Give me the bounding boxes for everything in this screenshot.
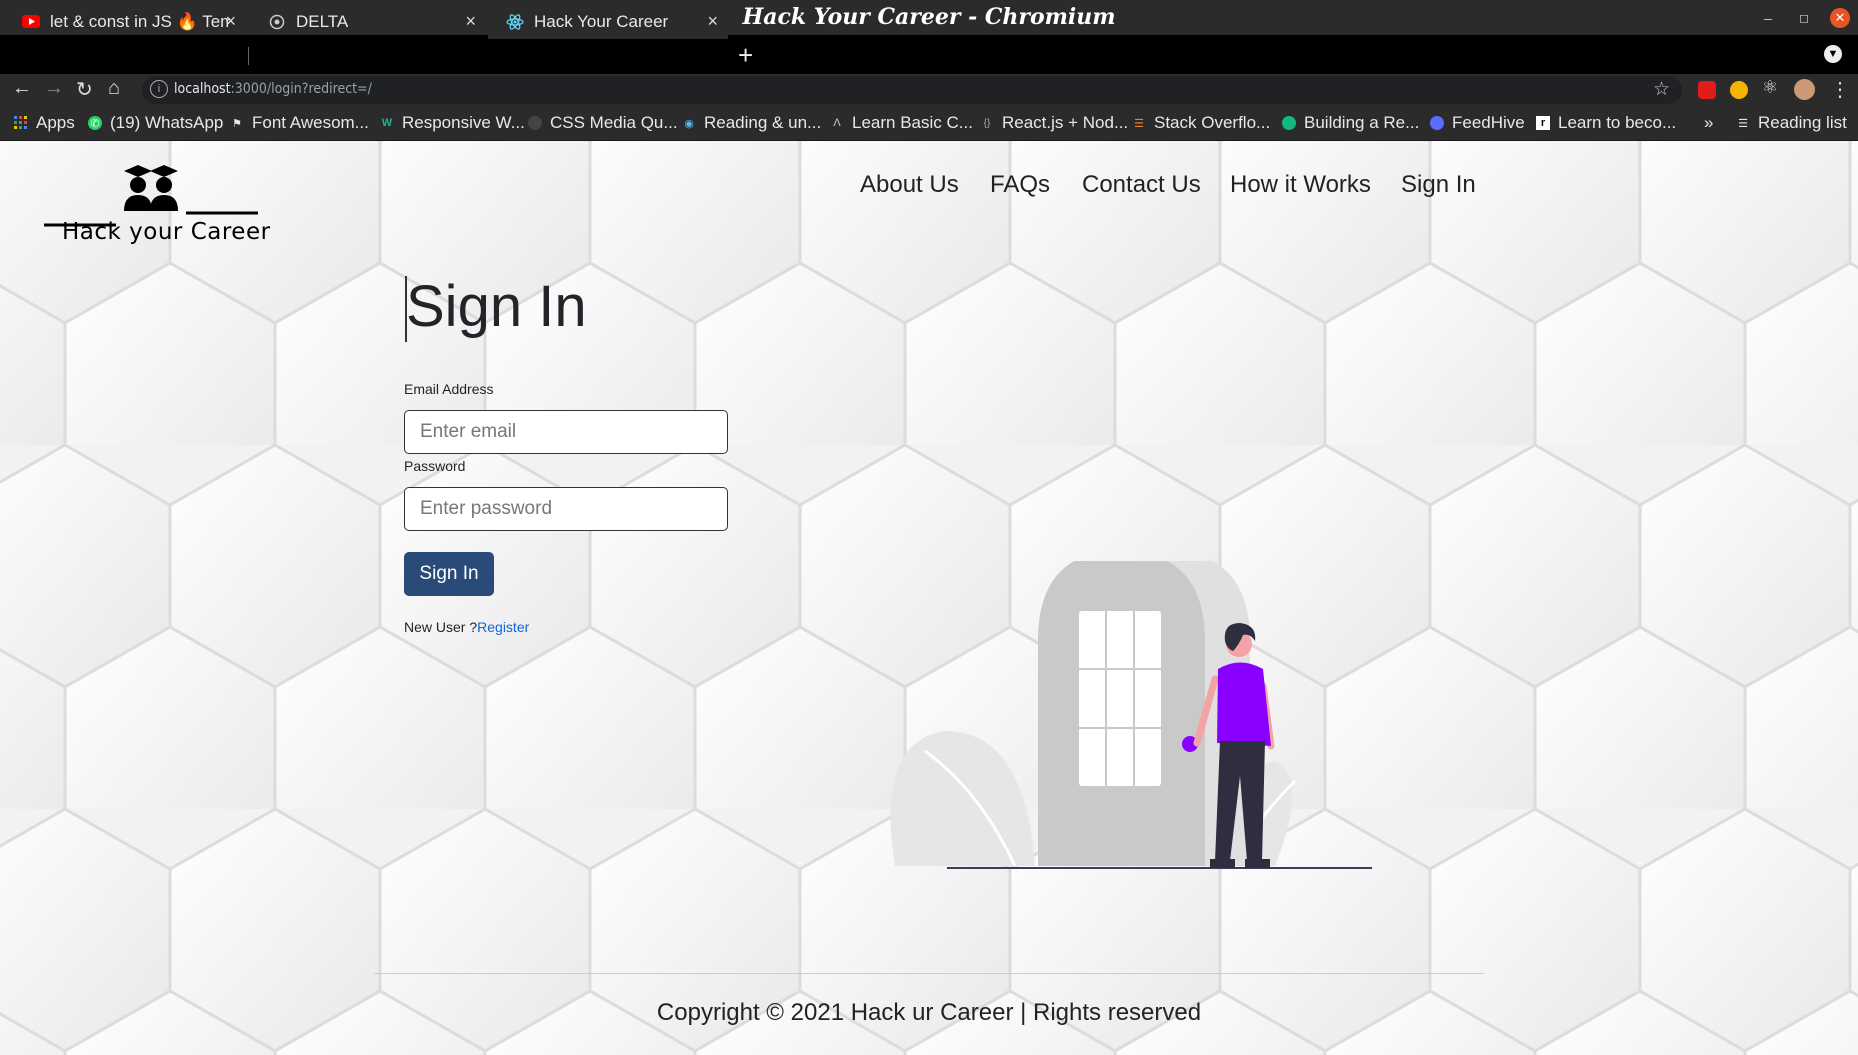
url-path: :3000/login?redirect=/ bbox=[230, 81, 372, 97]
url-host: localhost bbox=[174, 81, 231, 97]
reading-list-icon: ☰ bbox=[1738, 117, 1748, 130]
eye-icon: ◉ bbox=[684, 117, 694, 130]
new-user-prompt: New User ?Register bbox=[404, 619, 529, 635]
nav-faqs[interactable]: FAQs bbox=[990, 171, 1050, 199]
footer-divider bbox=[374, 973, 1484, 974]
bookmark-building[interactable]: Building a Re... bbox=[1282, 113, 1419, 133]
extension-red-icon[interactable] bbox=[1698, 81, 1716, 99]
footer-copyright: Copyright © 2021 Hack ur Career | Rights… bbox=[656, 999, 1202, 1026]
tab-label: let & const in JS 🔥 Temp bbox=[50, 11, 230, 31]
door-illustration bbox=[890, 561, 1372, 869]
bookmark-reading[interactable]: ◉ Reading & un... bbox=[682, 113, 821, 133]
close-tab-icon[interactable]: × bbox=[707, 11, 718, 32]
extension-yellow-icon[interactable] bbox=[1730, 81, 1748, 99]
site-info-icon[interactable]: i bbox=[150, 80, 168, 98]
home-icon[interactable]: ⌂ bbox=[108, 77, 120, 100]
address-url[interactable]: localhost:3000/login?redirect=/ bbox=[174, 81, 372, 97]
braces-icon: {} bbox=[983, 117, 991, 129]
tab-strip bbox=[0, 35, 1858, 74]
page-viewport: Hack your Career About Us FAQs Contact U… bbox=[0, 141, 1858, 1055]
browser-toolbar: ← → ↻ ⌂ i localhost:3000/login?redirect=… bbox=[0, 74, 1858, 106]
close-window-icon[interactable]: ✕ bbox=[1830, 8, 1850, 28]
reading-list-button[interactable]: ☰ Reading list bbox=[1736, 113, 1847, 133]
nav-about-us[interactable]: About Us bbox=[860, 171, 959, 199]
password-label: Password bbox=[404, 458, 466, 474]
bookmarks-overflow-icon[interactable]: » bbox=[1704, 113, 1713, 133]
bookmark-font-awesome[interactable]: ⚑ Font Awesom... bbox=[230, 113, 369, 133]
close-tab-icon[interactable]: × bbox=[225, 11, 236, 32]
bookmarks-bar: Apps ✆ (19) WhatsApp ⚑ Font Awesom... W … bbox=[0, 106, 1858, 141]
bookmark-feedhive[interactable]: FeedHive bbox=[1430, 113, 1525, 133]
tab-separator bbox=[248, 47, 249, 65]
bookmark-label: Apps bbox=[36, 113, 75, 132]
address-bar[interactable]: i localhost:3000/login?redirect=/ ☆ bbox=[142, 76, 1682, 104]
email-input[interactable] bbox=[404, 410, 728, 454]
page-title: Sign In bbox=[406, 274, 587, 339]
bookmark-label: Font Awesom... bbox=[252, 113, 369, 132]
flag-icon: ⚑ bbox=[232, 117, 242, 130]
nav-sign-in[interactable]: Sign In bbox=[1401, 171, 1476, 199]
tab-search-icon[interactable]: ▼ bbox=[1824, 45, 1842, 63]
r-logo-icon: r bbox=[1536, 116, 1550, 130]
bookmark-label: React.js + Nod... bbox=[1002, 113, 1129, 132]
bookmark-whatsapp[interactable]: ✆ (19) WhatsApp bbox=[88, 113, 223, 133]
register-link[interactable]: Register bbox=[477, 619, 529, 635]
nav-contact-us[interactable]: Contact Us bbox=[1082, 171, 1201, 199]
bookmark-label: Building a Re... bbox=[1304, 113, 1420, 132]
feedhive-icon bbox=[1430, 116, 1444, 130]
nav-how-it-works[interactable]: How it Works bbox=[1230, 171, 1371, 199]
bookmark-learn-to-become[interactable]: r Learn to beco... bbox=[1536, 113, 1676, 133]
c-logo-icon bbox=[1282, 116, 1296, 130]
bookmark-label: Stack Overflo... bbox=[1154, 113, 1271, 132]
react-icon bbox=[506, 13, 524, 31]
bookmark-css-media[interactable]: CSS Media Qu... bbox=[528, 113, 678, 133]
w-logo-icon: W bbox=[381, 117, 393, 129]
reading-list-label: Reading list bbox=[1758, 113, 1847, 132]
bookmark-react-node[interactable]: {} React.js + Nod... bbox=[980, 113, 1128, 133]
new-tab-icon[interactable]: + bbox=[738, 40, 753, 71]
a-logo-icon: Λ bbox=[833, 117, 841, 129]
bookmark-stack-overflow[interactable]: ☰ Stack Overflo... bbox=[1132, 113, 1270, 133]
bookmark-label: FeedHive bbox=[1452, 113, 1525, 132]
tab-label: Hack Your Career bbox=[534, 11, 669, 31]
tab-hack-your-career[interactable]: Hack Your Career × bbox=[488, 4, 728, 39]
tab-label: DELTA bbox=[296, 11, 349, 31]
bookmark-star-icon[interactable]: ☆ bbox=[1653, 78, 1670, 101]
bookmark-label: Responsive W... bbox=[402, 113, 525, 132]
logo-text: Hack your Career bbox=[62, 219, 271, 245]
maximize-icon[interactable]: ◻ bbox=[1794, 8, 1814, 28]
globe-icon bbox=[268, 13, 286, 31]
minimize-icon[interactable]: – bbox=[1758, 8, 1778, 28]
tab-delta[interactable]: DELTA × bbox=[250, 4, 486, 39]
new-user-text: New User ? bbox=[404, 619, 478, 635]
close-tab-icon[interactable]: × bbox=[465, 11, 476, 32]
password-input[interactable] bbox=[404, 487, 728, 531]
bookmark-apps[interactable]: Apps bbox=[14, 113, 75, 133]
bookmark-label: Reading & un... bbox=[704, 113, 822, 132]
forward-icon[interactable]: → bbox=[44, 77, 64, 100]
bookmark-responsive[interactable]: W Responsive W... bbox=[380, 113, 525, 133]
back-icon[interactable]: ← bbox=[12, 77, 32, 100]
bookmark-label: (19) WhatsApp bbox=[110, 113, 224, 132]
bookmark-label: Learn to beco... bbox=[1558, 113, 1677, 132]
bookmark-label: Learn Basic C... bbox=[852, 113, 973, 132]
bookmark-learn-basic[interactable]: Λ Learn Basic C... bbox=[830, 113, 973, 133]
extensions-puzzle-icon[interactable]: ⚛ bbox=[1762, 77, 1778, 98]
github-icon bbox=[528, 116, 542, 130]
email-label: Email Address bbox=[404, 381, 494, 397]
whatsapp-icon: ✆ bbox=[88, 116, 102, 130]
sign-in-button[interactable]: Sign In bbox=[404, 552, 494, 596]
bookmark-label: CSS Media Qu... bbox=[550, 113, 678, 132]
menu-kebab-icon[interactable]: ⋮ bbox=[1830, 77, 1850, 102]
tab-let-const[interactable]: let & const in JS 🔥 Temp × bbox=[4, 4, 246, 39]
apps-grid-icon bbox=[14, 116, 28, 130]
profile-avatar[interactable] bbox=[1794, 79, 1815, 100]
youtube-icon bbox=[22, 13, 40, 31]
reload-icon[interactable]: ↻ bbox=[76, 77, 93, 102]
stackoverflow-icon: ☰ bbox=[1134, 117, 1144, 130]
